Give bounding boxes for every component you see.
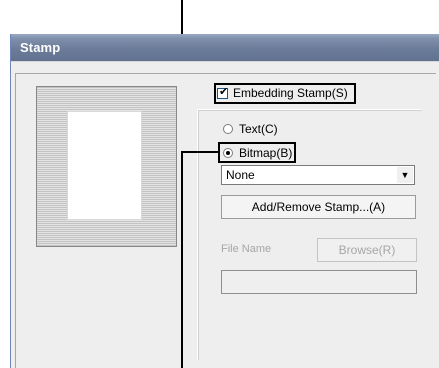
callout-leader-bottom-horizontal bbox=[181, 151, 218, 153]
preview-page bbox=[67, 111, 142, 220]
stamp-select-value: None bbox=[226, 168, 255, 182]
text-radio-label: Text(C) bbox=[239, 122, 278, 136]
window-title: Stamp bbox=[20, 40, 61, 55]
callout-bitmap bbox=[218, 142, 296, 163]
chevron-down-icon[interactable]: ▼ bbox=[397, 167, 413, 183]
browse-button[interactable]: Browse(R) bbox=[317, 238, 417, 262]
callout-leader-bottom bbox=[181, 151, 183, 368]
page: Stamp ✔ Embedding Stamp(S) Text(C) Bitma… bbox=[0, 0, 439, 368]
stamp-preview bbox=[36, 86, 177, 247]
add-remove-stamp-button[interactable]: Add/Remove Stamp...(A) bbox=[221, 195, 416, 219]
file-name-field[interactable] bbox=[221, 270, 417, 294]
stamp-select[interactable]: None ▼ bbox=[221, 165, 415, 185]
browse-label: Browse(R) bbox=[338, 243, 396, 257]
text-radio-button[interactable] bbox=[223, 124, 233, 134]
file-name-label: File Name bbox=[221, 243, 272, 255]
text-radio[interactable]: Text(C) bbox=[223, 121, 278, 137]
callout-embedding-stamp bbox=[214, 83, 356, 104]
title-bar: Stamp bbox=[11, 34, 439, 61]
add-remove-stamp-label: Add/Remove Stamp...(A) bbox=[251, 200, 386, 214]
